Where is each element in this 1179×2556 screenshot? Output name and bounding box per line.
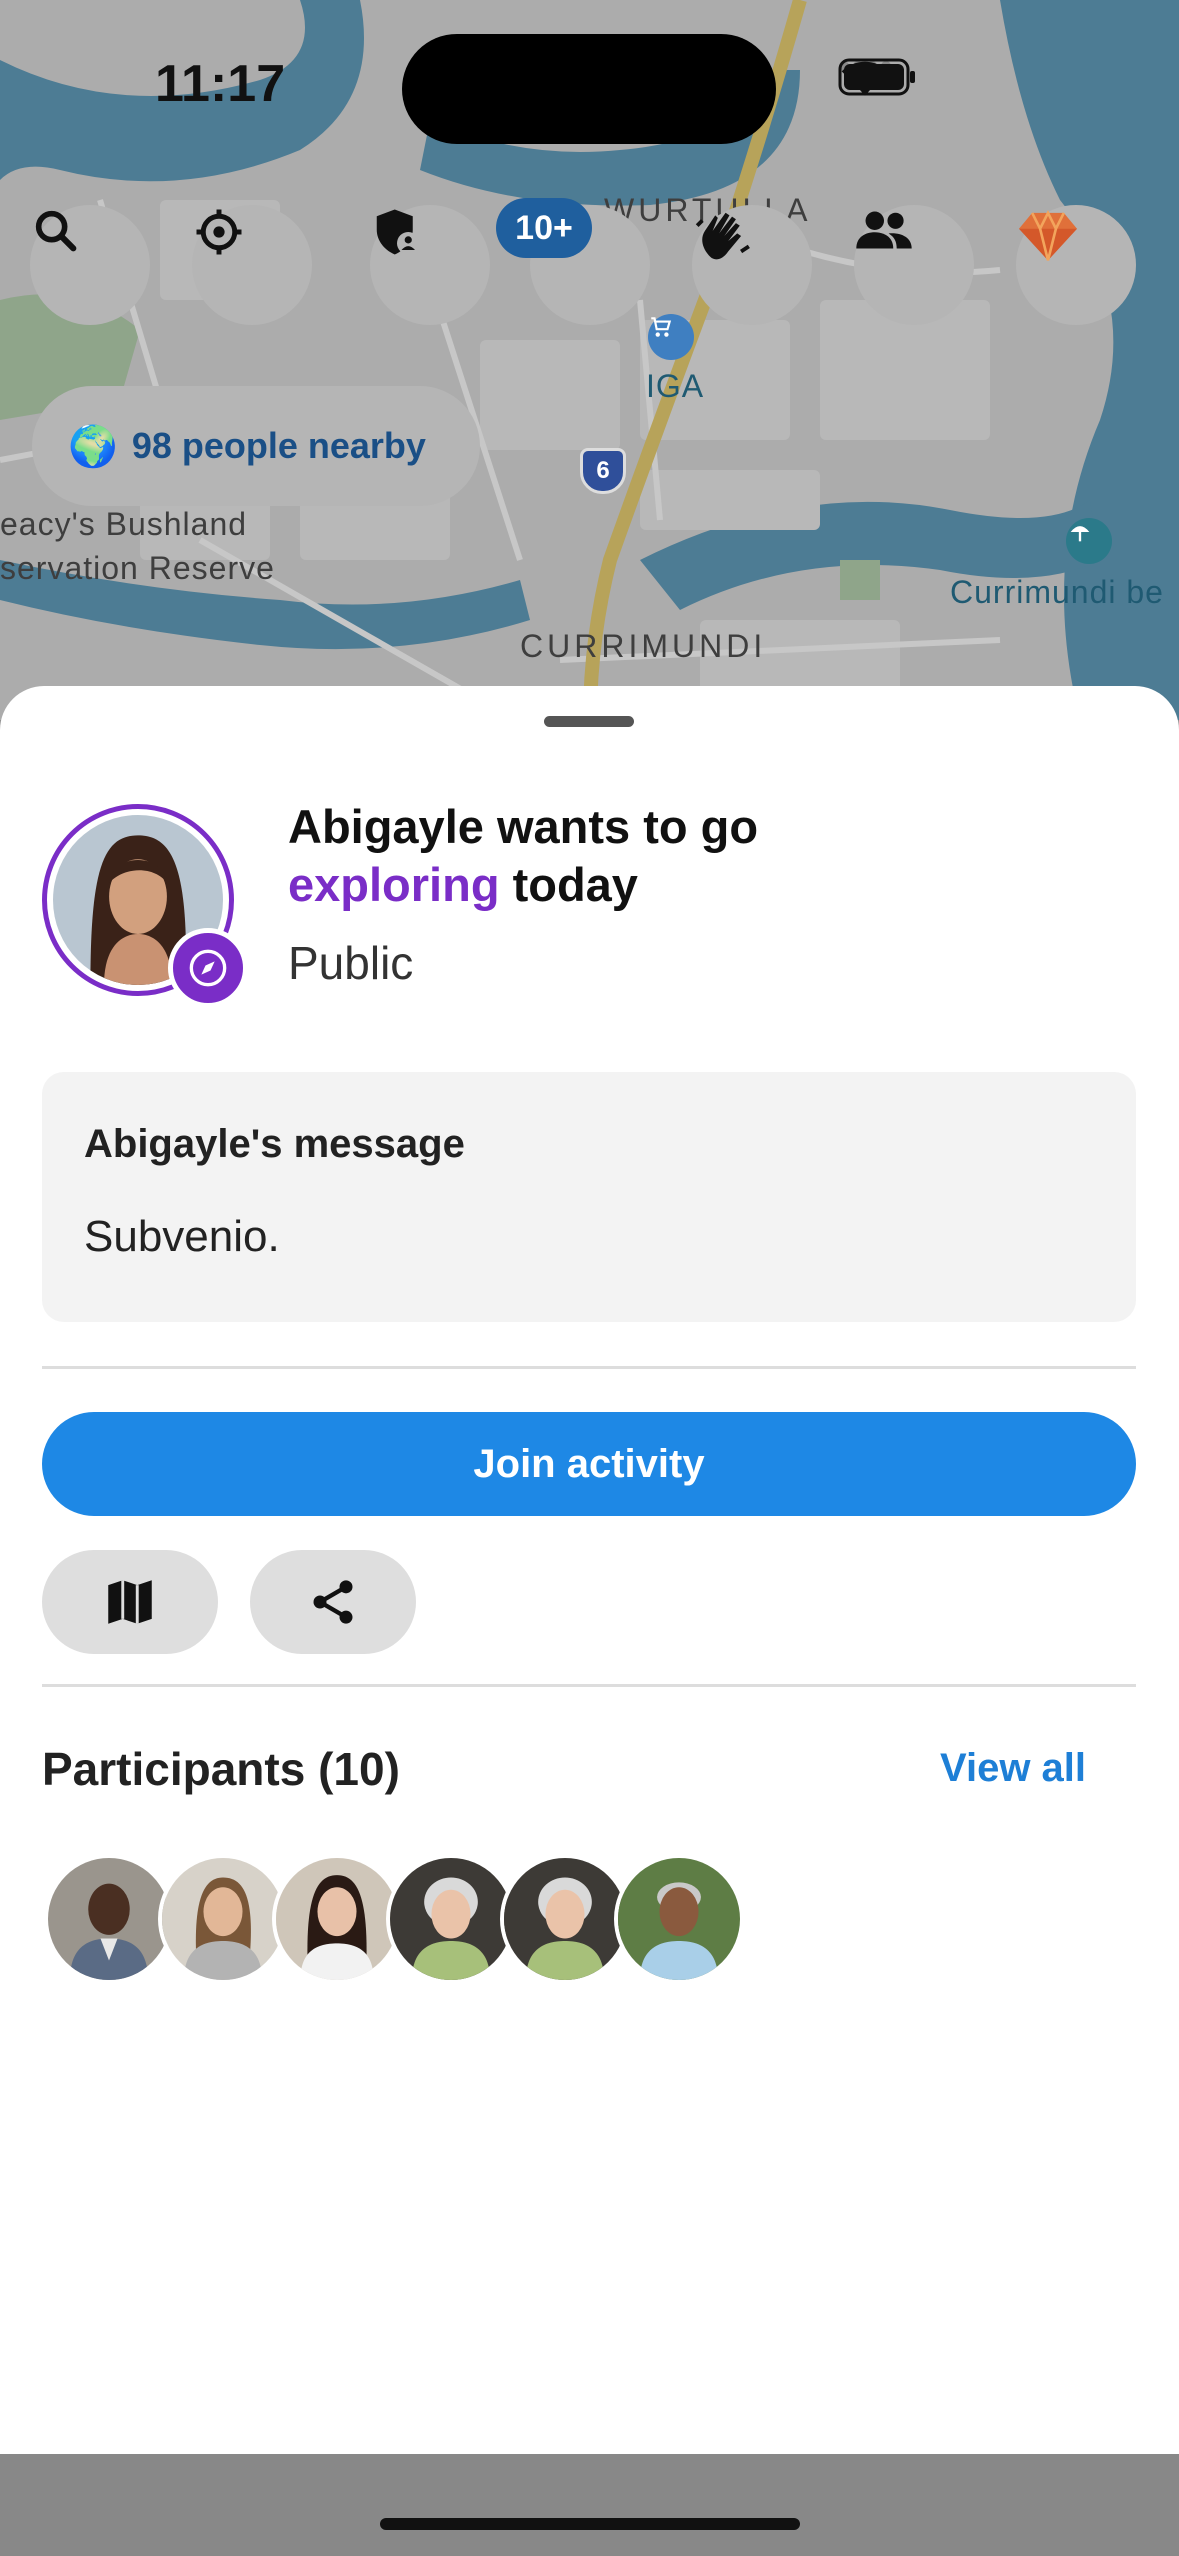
notification-badge: 10+ — [496, 198, 592, 258]
locate-button[interactable] — [192, 205, 312, 325]
map-label-beach: Currimundi be — [950, 574, 1164, 610]
message-title: Abigayle's message — [84, 1122, 465, 1166]
map-icon — [108, 1580, 152, 1624]
participant-avatar[interactable] — [500, 1854, 630, 1984]
activity-sheet: Abigayle wants to go exploring today Pub… — [0, 686, 1179, 2454]
premium-button[interactable] — [1016, 205, 1136, 325]
dynamic-island — [402, 34, 776, 144]
participants-title: Participants (10) — [42, 1743, 400, 1795]
shield-user-icon — [376, 209, 420, 255]
safety-button[interactable] — [370, 205, 490, 325]
map-label-reserve-line1: eacy's Bushland — [0, 506, 248, 542]
home-indicator[interactable] — [380, 2518, 800, 2530]
divider — [42, 1684, 1136, 1687]
beach-icon[interactable] — [1066, 518, 1112, 564]
share-button[interactable] — [250, 1550, 416, 1654]
gem-icon — [1019, 209, 1077, 261]
home-bar-area — [0, 2454, 1179, 2556]
activity-headline: Abigayle wants to go exploring today — [288, 798, 1088, 914]
participant-avatar[interactable] — [614, 1854, 744, 1984]
people-icon — [856, 211, 912, 249]
map-label-currimundi: CURRIMUNDI — [520, 628, 767, 664]
sheet-drag-handle[interactable] — [544, 716, 634, 727]
map-label-iga: IGA — [646, 368, 705, 404]
message-card: Abigayle's message Subvenio. — [42, 1072, 1136, 1322]
wave-icon — [695, 212, 750, 260]
message-body: Subvenio. — [84, 1212, 280, 1261]
participant-avatar[interactable] — [158, 1854, 288, 1984]
visibility-label: Public — [288, 937, 414, 989]
map-button[interactable] — [42, 1550, 218, 1654]
map-label-reserve-line2: servation Reserve — [0, 550, 275, 586]
shopping-cart-icon[interactable] — [648, 314, 694, 360]
road-shield: 6 — [580, 448, 626, 494]
share-icon — [313, 1580, 353, 1624]
locate-icon — [196, 209, 242, 255]
battery-icon — [838, 58, 915, 96]
friends-button[interactable] — [854, 205, 974, 325]
headline-prefix: Abigayle wants to go — [288, 800, 759, 853]
join-activity-button[interactable]: Join activity — [42, 1412, 1136, 1516]
divider — [42, 1366, 1136, 1369]
participant-avatar[interactable] — [272, 1854, 402, 1984]
map-view[interactable]: WURTULLA IGA 6 eacy's Bushland servation… — [0, 0, 1179, 720]
view-all-link[interactable]: View all — [940, 1746, 1086, 1791]
participant-avatar[interactable] — [44, 1854, 174, 1984]
participant-avatar[interactable] — [386, 1854, 516, 1984]
people-nearby-label: 98 people nearby — [131, 425, 426, 466]
globe-icon: 🌍 — [68, 424, 118, 469]
wave-button[interactable] — [692, 205, 812, 325]
search-button[interactable] — [30, 205, 150, 325]
status-time: 11:17 — [155, 55, 286, 113]
compass-icon — [189, 949, 227, 987]
search-icon — [35, 210, 77, 252]
headline-suffix: today — [512, 858, 638, 911]
headline-activity: exploring — [288, 858, 500, 911]
people-nearby-pill[interactable]: 🌍 98 people nearby — [32, 386, 480, 506]
compass-badge — [168, 928, 248, 1008]
